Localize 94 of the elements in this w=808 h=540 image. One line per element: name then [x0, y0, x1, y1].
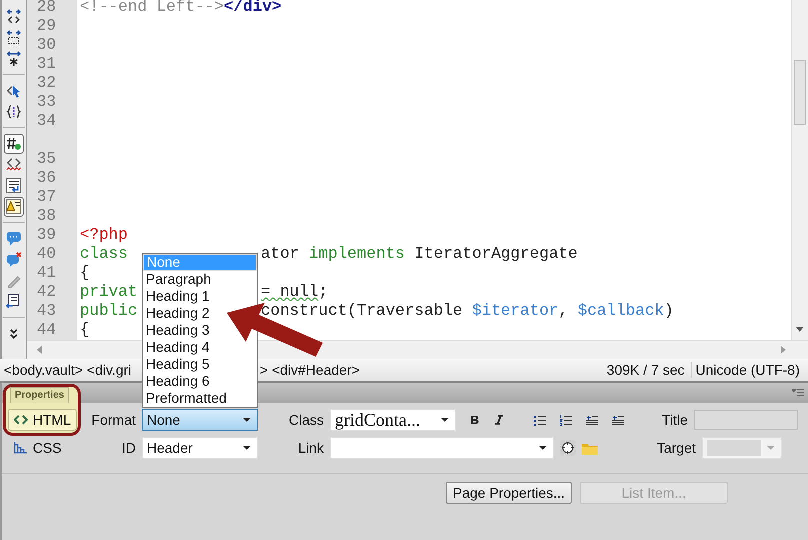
format-option[interactable]: Heading 2: [143, 305, 213, 322]
expand-all-icon: [6, 50, 22, 66]
toolbar-button[interactable]: [4, 196, 24, 216]
tag-path[interactable]: <body.vault> <div.gri: [4, 362, 132, 378]
crosshair-icon[interactable]: [560, 440, 576, 456]
balance-braces-icon: [6, 104, 22, 120]
toolbar-button[interactable]: [4, 176, 24, 196]
format-option[interactable]: Heading 1: [143, 288, 213, 305]
scroll-down-icon[interactable]: [796, 327, 804, 332]
format-dropdown[interactable]: None: [142, 409, 258, 431]
code-token: privat: [80, 283, 138, 301]
code-token: {: [80, 264, 90, 283]
caret-icon: [243, 446, 251, 450]
code-token: ator: [261, 245, 300, 263]
line-number: 30: [36, 36, 56, 54]
code-token: IteratorAggregate: [414, 245, 578, 263]
code-brackets-icon: [14, 415, 28, 425]
code-token: $callback: [578, 302, 664, 320]
line-number: 32: [36, 74, 56, 92]
vertical-scrollbar[interactable]: [791, 0, 808, 340]
format-option[interactable]: Heading 6: [143, 373, 213, 390]
format-option[interactable]: Paragraph: [143, 271, 214, 288]
line-number: 40: [36, 245, 56, 263]
code-token: ;: [318, 283, 328, 301]
code-token: $iterator: [472, 302, 559, 320]
italic-icon[interactable]: [494, 415, 504, 425]
line-number: 33: [36, 93, 56, 111]
caret-icon: [441, 418, 449, 422]
code-token: = null: [261, 283, 319, 301]
code-token: construct(Traversable: [261, 302, 464, 320]
word-wrap-icon: [6, 178, 22, 194]
toolbar-button[interactable]: [4, 134, 24, 154]
line-number: 44: [36, 321, 56, 339]
title-label: Title: [661, 412, 689, 428]
indent-icon[interactable]: [612, 414, 624, 426]
numbered-list-icon[interactable]: [560, 414, 572, 426]
link-label: Link: [297, 440, 325, 456]
line-number: 43: [36, 302, 56, 320]
format-option[interactable]: Heading 3: [143, 322, 213, 339]
caret-icon: [767, 446, 775, 450]
id-label: ID: [121, 440, 137, 456]
bar-chart-icon: [14, 442, 28, 454]
format-label: Format: [90, 412, 137, 428]
id-dropdown[interactable]: Header: [142, 437, 258, 459]
code-token: implements: [309, 245, 406, 263]
code-token: {: [80, 321, 90, 340]
line-number: 42: [36, 283, 56, 301]
line-number: 31: [36, 55, 56, 73]
code-token: ): [664, 302, 674, 320]
code-token: ,: [558, 302, 570, 320]
caret-icon: [539, 446, 547, 450]
scroll-thumb[interactable]: [794, 60, 806, 125]
caret-icon: [243, 418, 251, 422]
line-number: 41: [36, 264, 56, 282]
css-mode-button[interactable]: CSS: [8, 437, 68, 459]
bullet-list-icon[interactable]: [534, 414, 546, 426]
code-token: public: [80, 302, 138, 320]
line-number: 38: [36, 207, 56, 225]
collapse-selection-icon: [6, 30, 22, 46]
collapse-tag-icon: [6, 8, 22, 24]
properties-tab[interactable]: Properties: [10, 387, 70, 403]
remove-comment-icon: [6, 252, 22, 268]
encoding-label: Unicode (UTF-8): [690, 362, 800, 378]
line-number: 39: [36, 226, 56, 244]
html-mode-button[interactable]: HTML: [8, 409, 78, 431]
line-number: 34: [36, 112, 58, 132]
line-numbers-icon: [6, 136, 22, 152]
format-option[interactable]: Heading 4: [143, 339, 213, 356]
code-token: <?php: [80, 226, 128, 245]
highlight-invalid-icon: [6, 156, 22, 172]
code-token: class: [80, 245, 130, 263]
file-size-info: 309K / 7 sec: [606, 362, 685, 378]
class-dropdown[interactable]: gridConta...: [330, 409, 456, 431]
format-option[interactable]: Heading 5: [143, 356, 213, 373]
toolbar-button[interactable]: [4, 48, 24, 68]
class-label: Class: [288, 412, 325, 428]
tag-path[interactable]: > <div#Header>: [260, 362, 360, 378]
bold-icon[interactable]: [470, 415, 480, 425]
line-number: 36: [36, 169, 56, 187]
format-option[interactable]: Preformatted: [143, 390, 230, 407]
toolbar-button[interactable]: [4, 28, 24, 48]
line-number: 28: [36, 0, 56, 16]
title-field[interactable]: [694, 410, 798, 430]
line-number: 35: [36, 150, 56, 168]
line-number: 29: [36, 17, 56, 35]
syntax-warning-icon: [6, 198, 22, 214]
link-field[interactable]: [330, 437, 554, 459]
panel-menu-icon[interactable]: [792, 389, 804, 397]
apply-comment-icon: [6, 230, 22, 246]
indent-icon: [6, 294, 22, 310]
panel-button[interactable]: Page Properties...: [446, 482, 572, 504]
line-number: 37: [36, 188, 56, 206]
target-label: Target: [656, 440, 697, 456]
outdent-icon[interactable]: [586, 414, 598, 426]
